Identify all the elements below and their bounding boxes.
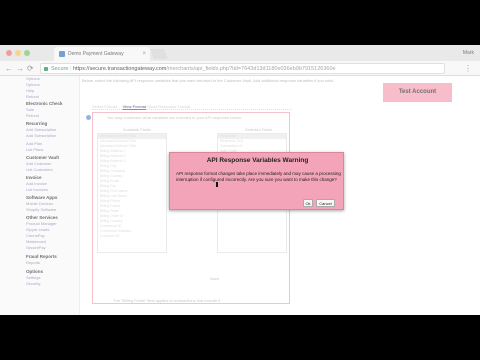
mouse-cursor <box>216 182 218 187</box>
ok-button[interactable]: Ok <box>303 199 313 207</box>
cancel-button[interactable]: Cancel <box>316 199 335 207</box>
browser-window: Demo Payment Gateway × Mark ← → ⟳ Secure… <box>0 45 480 315</box>
dialog-message: API response format changes take place i… <box>176 171 341 182</box>
warning-dialog: API Response Variables Warning API respo… <box>169 152 344 210</box>
dialog-title: API Response Variables Warning <box>206 157 309 164</box>
